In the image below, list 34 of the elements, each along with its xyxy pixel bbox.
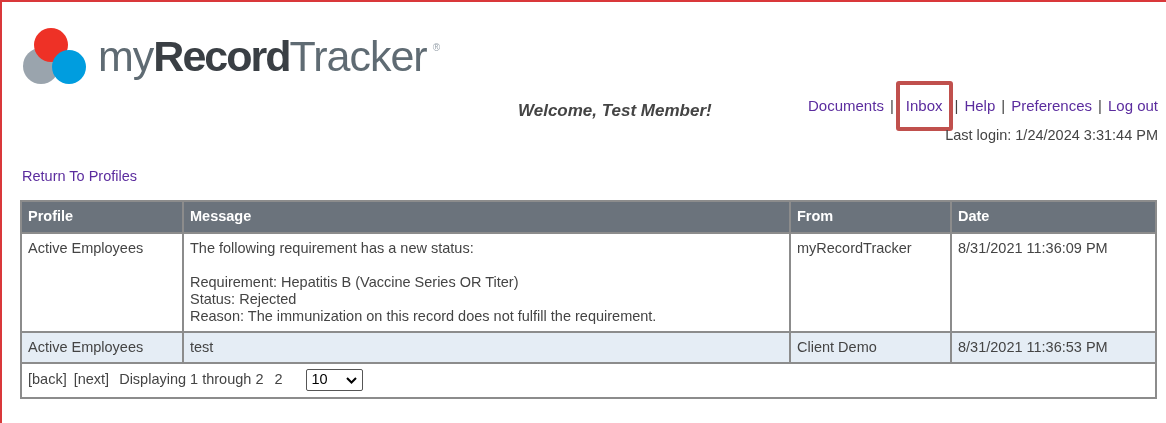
logo-icon	[22, 25, 88, 87]
return-link[interactable]: Return To Profiles	[22, 165, 137, 188]
displaying-text: Displaying 1 through 2	[119, 370, 264, 390]
welcome-text: Welcome, Test Member!	[518, 100, 712, 122]
separator-text: |	[1001, 95, 1006, 116]
nav-link[interactable]: Documents	[808, 94, 884, 118]
back-link[interactable]: [back]	[28, 369, 67, 392]
column-header: Profile	[21, 200, 183, 233]
next-link[interactable]: [next]	[73, 369, 110, 392]
separator-text: |	[1098, 95, 1102, 116]
table-cell: myRecordTracker	[790, 232, 951, 332]
page-size-select[interactable]: 10	[305, 369, 363, 392]
nav-link[interactable]: Preferences	[1011, 94, 1093, 118]
table-cell: Active Employees	[21, 331, 183, 363]
table-cell: 8/31/2021 11:36:53 PM	[951, 331, 1156, 363]
table-cell: Client Demo	[790, 331, 951, 363]
separator-text: |	[889, 95, 894, 116]
table-cell: Active Employees	[21, 232, 183, 332]
message-line: Requirement: Hepatitis B (Vaccine Series OR Titer)	[190, 273, 520, 291]
nav-link[interactable]: Log out	[1107, 94, 1158, 118]
chevron-down-icon	[345, 376, 357, 384]
column-header: From	[790, 200, 951, 233]
message-line: test	[190, 338, 215, 356]
message-line: The following requirement has a new status:	[190, 239, 475, 257]
separator-text: |	[954, 95, 959, 116]
message-line: Reason: The immunization on this record does not fulfill the requirement.	[190, 307, 658, 325]
registered-mark: ®	[432, 41, 440, 55]
logo-text: myRecordTracker	[98, 34, 427, 78]
nav-link[interactable]: Help	[964, 94, 996, 118]
message-line: Status: Rejected	[190, 290, 298, 308]
table-cell: 8/31/2021 11:36:09 PM	[951, 232, 1156, 332]
count-text: 2	[274, 370, 283, 390]
column-header: Date	[951, 200, 1156, 233]
column-header: Message	[183, 200, 790, 233]
